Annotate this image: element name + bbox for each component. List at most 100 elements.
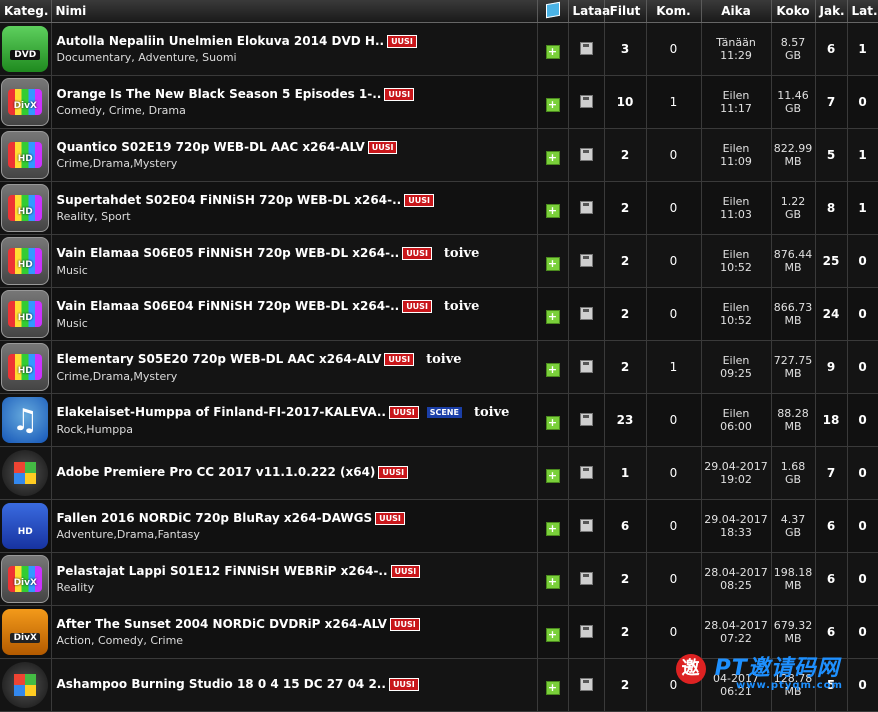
leechers-count[interactable]: 0 [847,499,878,553]
torrent-title-link[interactable]: Orange Is The New Black Season 5 Episode… [57,87,382,101]
download-icon[interactable] [579,306,593,320]
torrent-title-link[interactable]: Vain Elamaa S06E05 FiNNiSH 720p WEB-DL x… [57,246,400,260]
comments-count[interactable]: 1 [646,75,702,129]
seeders-count[interactable]: 6 [815,499,848,553]
movie-category-icon[interactable]: HD [2,503,49,549]
header-koko[interactable]: Koko [771,0,816,23]
torrent-title-link[interactable]: Elementary S05E20 720p WEB-DL AAC x264-A… [57,352,382,366]
music-category-icon[interactable]: ♫ [2,397,49,443]
comments-count[interactable]: 0 [646,552,702,606]
comments-count[interactable]: 0 [646,499,702,553]
files-count[interactable]: 2 [604,234,647,288]
torrent-title-link[interactable]: After The Sunset 2004 NORDiC DVDRiP x264… [57,617,387,631]
add-bookmark-icon[interactable]: + [545,415,560,430]
category-cell[interactable]: HD [0,234,52,288]
category-cell[interactable] [0,658,52,712]
divx-category-icon[interactable]: DivX [2,609,49,655]
add-bookmark-icon[interactable]: + [545,521,560,536]
leechers-count[interactable]: 0 [847,234,878,288]
header-nimi[interactable]: Nimi [51,0,538,23]
category-cell[interactable]: DVD [0,22,52,76]
download-icon[interactable] [579,200,593,214]
add-bookmark-icon[interactable]: + [545,309,560,324]
comments-count[interactable]: 0 [646,287,702,341]
category-cell[interactable] [0,446,52,500]
tv-category-icon[interactable]: HD [1,184,50,232]
torrent-title-link[interactable]: Ashampoo Burning Studio 18 0 4 15 DC 27 … [57,677,386,691]
torrent-title-link[interactable]: Supertahdet S02E04 FiNNiSH 720p WEB-DL x… [57,193,402,207]
leechers-count[interactable]: 0 [847,393,878,447]
category-cell[interactable]: HD [0,181,52,235]
seeders-count[interactable]: 7 [815,75,848,129]
download-icon[interactable] [579,518,593,532]
add-bookmark-icon[interactable]: + [545,574,560,589]
files-count[interactable]: 2 [604,287,647,341]
tv-category-icon[interactable]: HD [1,131,50,179]
download-icon[interactable] [579,412,593,426]
leechers-count[interactable]: 0 [847,552,878,606]
files-count[interactable]: 2 [604,128,647,182]
torrent-title-link[interactable]: Autolla Nepaliin Unelmien Elokuva 2014 D… [57,34,385,48]
files-count[interactable]: 10 [604,75,647,129]
download-icon[interactable] [579,253,593,267]
seeders-count[interactable]: 18 [815,393,848,447]
category-cell[interactable]: HD [0,128,52,182]
add-bookmark-icon[interactable]: + [545,203,560,218]
files-count[interactable]: 2 [604,552,647,606]
add-bookmark-icon[interactable]: + [545,468,560,483]
add-bookmark-icon[interactable]: + [545,44,560,59]
torrent-title-link[interactable]: Vain Elamaa S06E04 FiNNiSH 720p WEB-DL x… [57,299,400,313]
leechers-count[interactable]: 0 [847,605,878,659]
header-jak[interactable]: Jak. [815,0,848,23]
seeders-count[interactable]: 24 [815,287,848,341]
header-kom[interactable]: Kom. [646,0,702,23]
files-count[interactable]: 2 [604,181,647,235]
category-cell[interactable]: DivX [0,75,52,129]
header-bookmark[interactable] [537,0,569,23]
category-cell[interactable]: HD [0,287,52,341]
comments-count[interactable]: 0 [646,181,702,235]
dvd-category-icon[interactable]: DVD [2,26,49,72]
header-kategoria[interactable]: Kateg. [0,0,52,23]
tv-category-icon[interactable]: HD [1,237,50,285]
header-filut[interactable]: Filut [604,0,647,23]
torrent-title-link[interactable]: Adobe Premiere Pro CC 2017 v11.1.0.222 (… [57,465,376,479]
torrent-title-link[interactable]: Pelastajat Lappi S01E12 FiNNiSH WEBRiP x… [57,564,388,578]
header-lat[interactable]: Lat. [847,0,878,23]
files-count[interactable]: 2 [604,340,647,394]
files-count[interactable]: 23 [604,393,647,447]
files-count[interactable]: 6 [604,499,647,553]
category-cell[interactable]: HD [0,340,52,394]
tv-category-icon[interactable]: HD [1,290,50,338]
seeders-count[interactable]: 7 [815,446,848,500]
windows-category-icon[interactable] [2,662,49,708]
add-bookmark-icon[interactable]: + [545,150,560,165]
comments-count[interactable]: 0 [646,393,702,447]
header-aika[interactable]: Aika [701,0,772,23]
category-cell[interactable]: DivX [0,605,52,659]
leechers-count[interactable]: 0 [847,658,878,712]
seeders-count[interactable]: 9 [815,340,848,394]
torrent-title-link[interactable]: Fallen 2016 NORDiC 720p BluRay x264-DAWG… [57,511,373,525]
leechers-count[interactable]: 0 [847,446,878,500]
tv-category-icon[interactable]: HD [1,343,50,391]
comments-count[interactable]: 0 [646,446,702,500]
files-count[interactable]: 2 [604,605,647,659]
tv-category-icon[interactable]: DivX [1,555,50,603]
torrent-title-link[interactable]: Elakelaiset-Humppa of Finland-FI-2017-KA… [57,405,386,419]
files-count[interactable]: 1 [604,446,647,500]
category-cell[interactable]: HD [0,499,52,553]
download-icon[interactable] [579,677,593,691]
download-icon[interactable] [579,359,593,373]
leechers-count[interactable]: 0 [847,287,878,341]
comments-count[interactable]: 0 [646,22,702,76]
torrent-title-link[interactable]: Quantico S02E19 720p WEB-DL AAC x264-ALV [57,140,365,154]
files-count[interactable]: 3 [604,22,647,76]
leechers-count[interactable]: 0 [847,75,878,129]
category-cell[interactable]: ♫ [0,393,52,447]
seeders-count[interactable]: 6 [815,552,848,606]
add-bookmark-icon[interactable]: + [545,627,560,642]
header-lataa[interactable]: Lataa [568,0,610,23]
tv-category-icon[interactable]: DivX [1,78,50,126]
seeders-count[interactable]: 5 [815,128,848,182]
